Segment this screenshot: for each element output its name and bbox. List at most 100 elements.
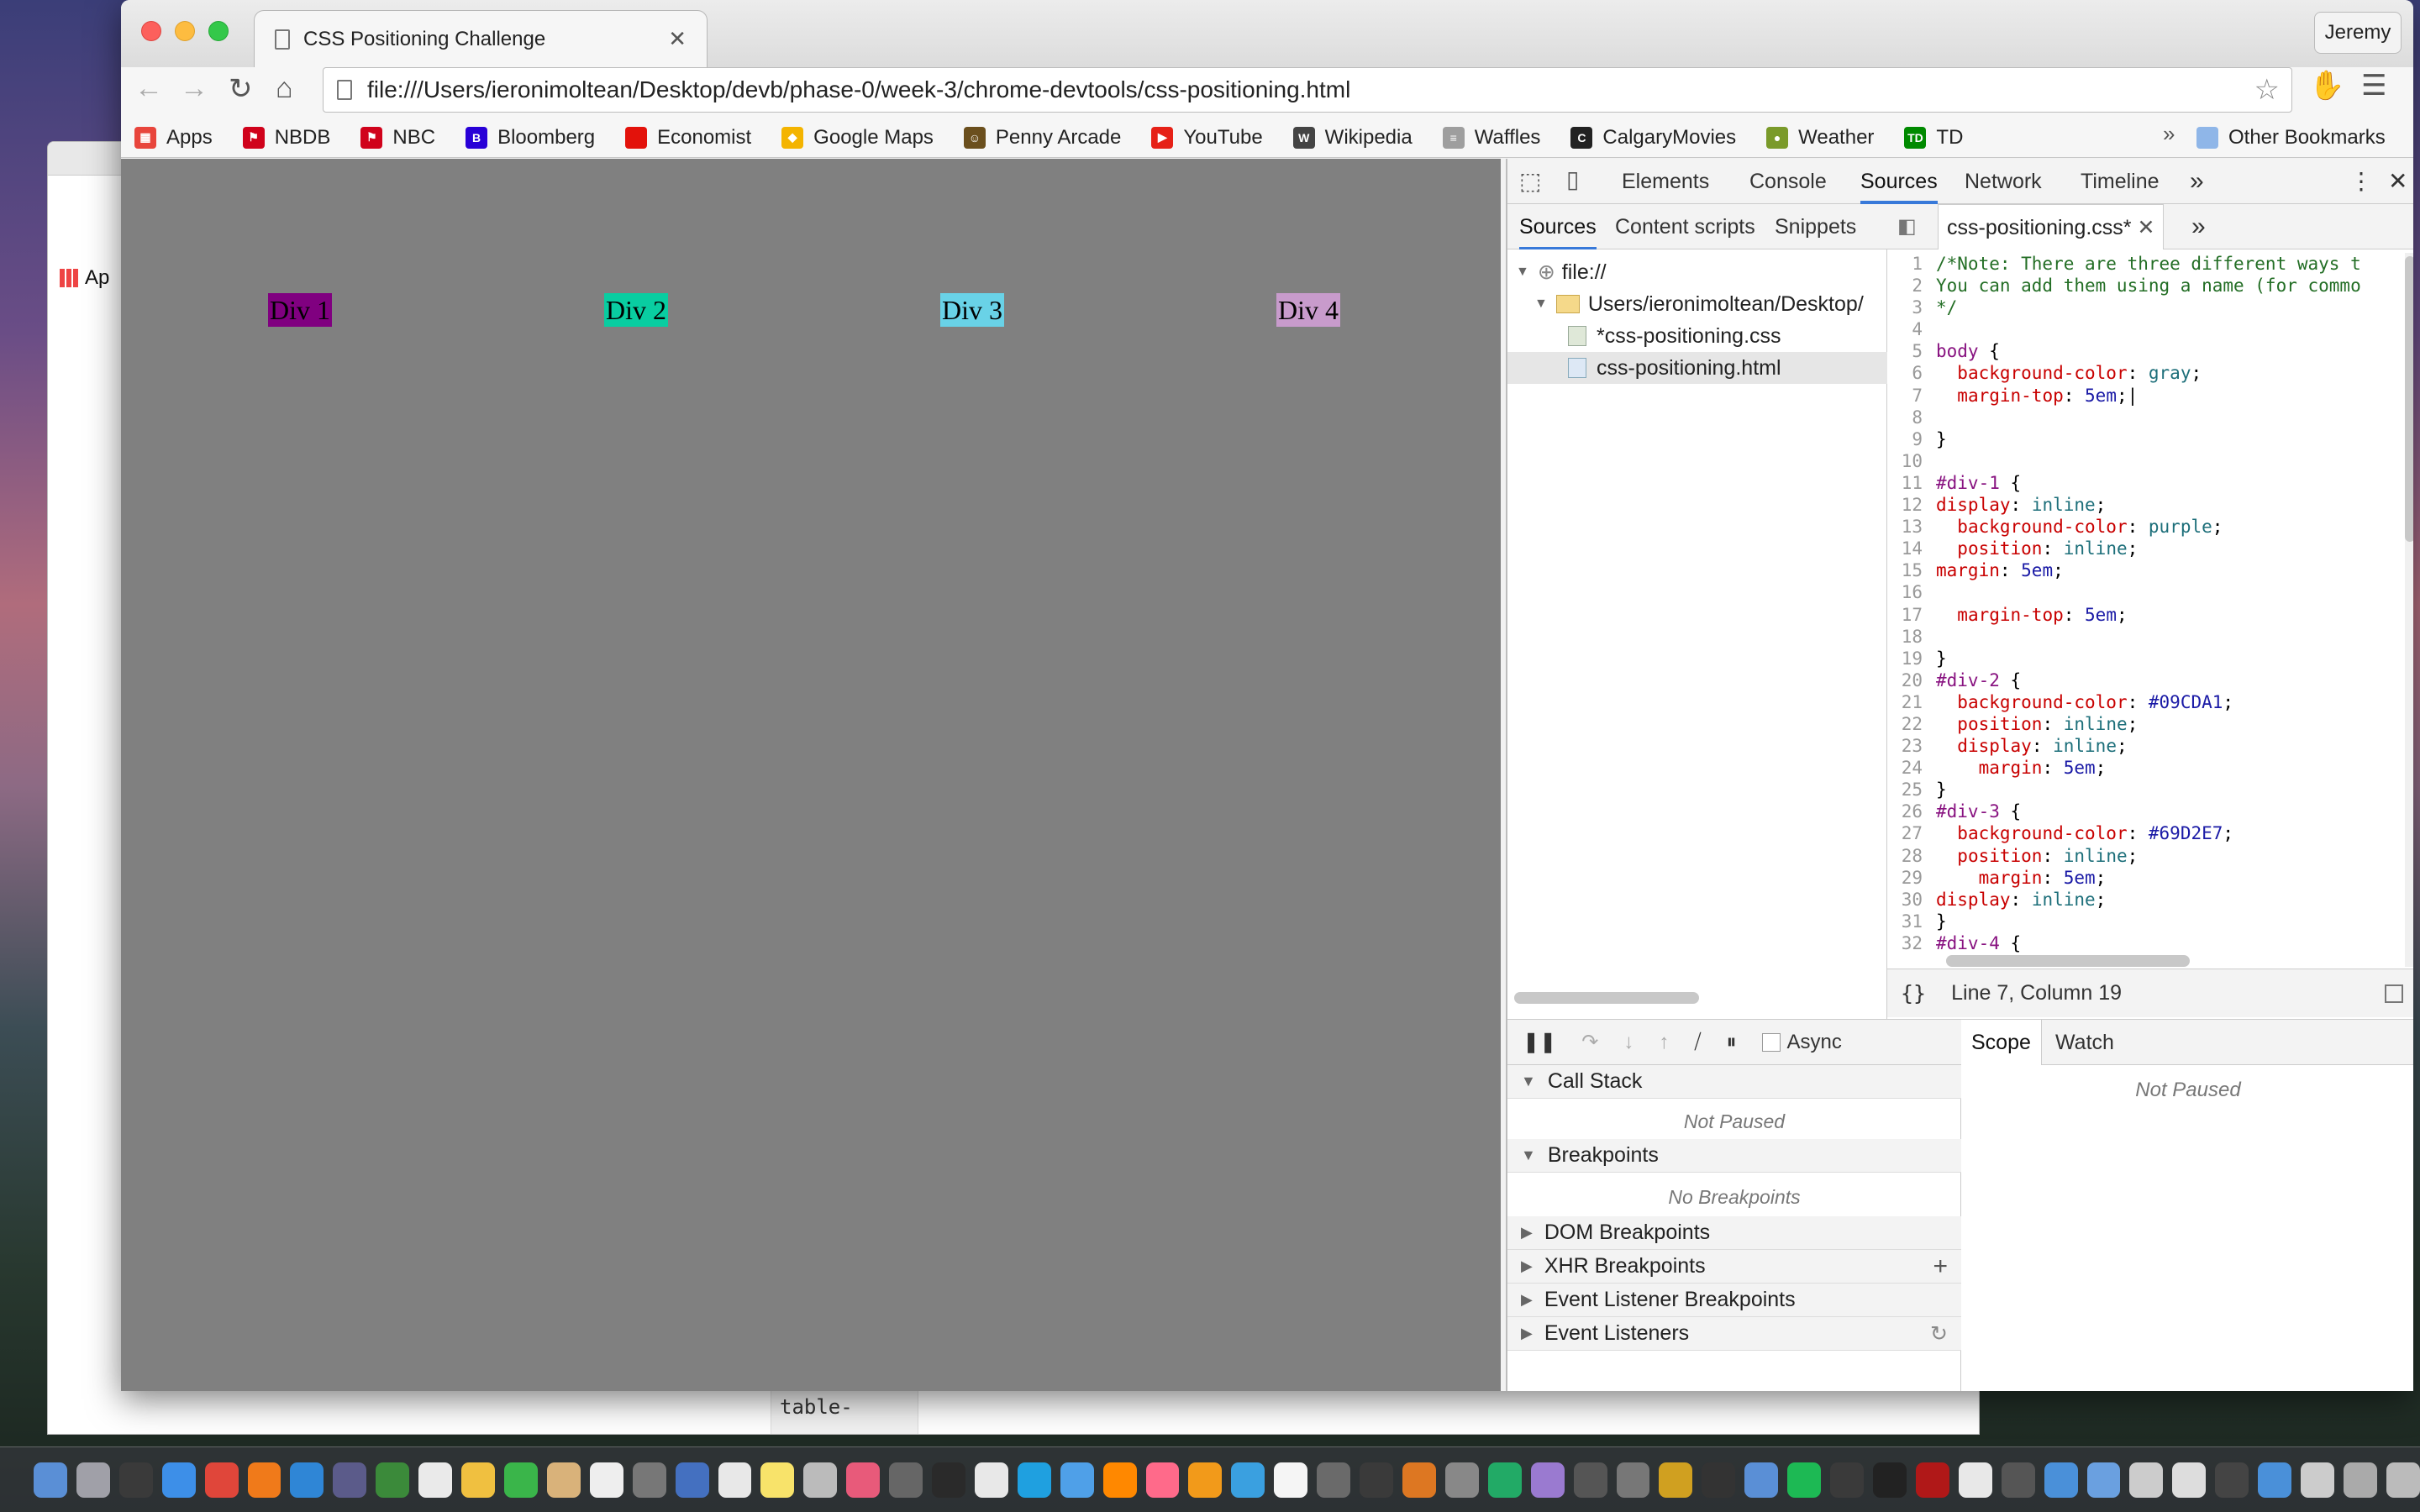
pretty-print-icon[interactable]: {} — [1901, 981, 1926, 1005]
dock-app-icon[interactable] — [889, 1462, 923, 1498]
deactivate-breakpoints-icon[interactable]: ⧸ — [1694, 1031, 1701, 1054]
dock-app-icon[interactable] — [1616, 1462, 1650, 1498]
bookmark-google-maps[interactable]: ◆ Google Maps — [781, 126, 934, 150]
dock-app-icon[interactable] — [1017, 1462, 1051, 1498]
code-line[interactable]: 12 display: inline; — [1887, 494, 2413, 516]
profile-button[interactable]: Jeremy — [2314, 12, 2402, 54]
pause-on-exceptions-icon[interactable]: ⏸ — [1727, 1031, 1737, 1054]
back-arrow-icon[interactable]: ← — [134, 72, 163, 105]
dock-app-icon[interactable] — [932, 1462, 965, 1498]
close-window-button[interactable] — [141, 21, 161, 41]
code-line[interactable]: 2 You can add them using a name (for comm… — [1887, 275, 2413, 297]
code-line[interactable]: 29 margin: 5em; — [1887, 867, 2413, 889]
dock-app-icon[interactable] — [760, 1462, 795, 1498]
close-tab-icon[interactable]: ✕ — [668, 26, 687, 52]
dock-app-icon[interactable] — [2258, 1462, 2292, 1498]
code-line[interactable]: 21 background-color: #09CDA1; — [1887, 691, 2413, 713]
tab-network[interactable]: Network — [1965, 159, 2042, 204]
code-line[interactable]: 4 — [1887, 318, 2413, 340]
bookmarks-overflow-icon[interactable]: » — [2163, 121, 2175, 147]
dock-app-icon[interactable] — [1702, 1462, 1736, 1498]
code-line[interactable]: 28 position: inline; — [1887, 845, 2413, 867]
code-line[interactable]: 31} — [1887, 911, 2413, 932]
code-line[interactable]: 18 — [1887, 626, 2413, 648]
dock-app-icon[interactable] — [1958, 1462, 1992, 1498]
code-line[interactable]: 32 #div-4 { — [1887, 932, 2413, 954]
background-bookmark-apps[interactable]: Ap — [60, 266, 109, 290]
tree-file-css[interactable]: *css-positioning.css — [1568, 320, 1781, 352]
refresh-icon[interactable]: ↻ — [1930, 1321, 1948, 1347]
bookmark-apps[interactable]: ▦ Apps — [134, 126, 213, 150]
dock-app-icon[interactable] — [161, 1462, 196, 1498]
dock-app-icon[interactable] — [1274, 1462, 1308, 1498]
toggle-navigator-icon[interactable]: ◧ — [1897, 204, 1917, 249]
devtools-menu-icon[interactable]: ⋮ — [2349, 159, 2373, 204]
step-out-icon[interactable]: ↑ — [1659, 1031, 1669, 1054]
dock-app-icon[interactable] — [1573, 1462, 1607, 1498]
dock-app-icon[interactable] — [34, 1462, 67, 1498]
code-line[interactable]: 22 position: inline; — [1887, 713, 2413, 735]
dock-app-icon[interactable] — [1402, 1462, 1436, 1498]
code-line[interactable]: 17 margin-top: 5em; — [1887, 604, 2413, 626]
code-line[interactable]: 1 /*Note: There are three different ways … — [1887, 253, 2413, 275]
dock-app-icon[interactable] — [2386, 1462, 2420, 1498]
dock-app-icon[interactable] — [461, 1462, 495, 1498]
code-line[interactable]: 3 */ — [1887, 297, 2413, 318]
xhr-breakpoints-section[interactable]: ▶ XHR Breakpoints + — [1507, 1250, 1961, 1284]
bookmark-economist[interactable]: Economist — [625, 126, 751, 150]
bookmark-wikipedia[interactable]: W Wikipedia — [1292, 126, 1413, 150]
code-line[interactable]: 5 body { — [1887, 340, 2413, 362]
dock-app-icon[interactable] — [1060, 1462, 1094, 1498]
editor-tab-css[interactable]: css-positioning.css* ✕ — [1938, 204, 2165, 249]
dock-app-icon[interactable] — [204, 1462, 239, 1498]
dock-app-icon[interactable] — [1317, 1462, 1351, 1498]
other-bookmarks[interactable]: Other Bookmarks — [2196, 118, 2386, 158]
code-line[interactable]: 26 #div-3 { — [1887, 801, 2413, 822]
code-line[interactable]: 8 — [1887, 407, 2413, 428]
dock-app-icon[interactable] — [1872, 1462, 1907, 1498]
dock-app-icon[interactable] — [1915, 1462, 1949, 1498]
code-line[interactable]: 11 #div-1 { — [1887, 472, 2413, 494]
reload-icon[interactable]: ↻ — [229, 72, 253, 106]
close-devtools-icon[interactable]: ✕ — [2388, 159, 2407, 204]
async-checkbox[interactable]: Async — [1761, 1031, 1842, 1054]
breakpoints-section[interactable]: ▼ Breakpoints — [1507, 1139, 1961, 1173]
bookmark-calgarymovies[interactable]: C CalgaryMovies — [1570, 126, 1736, 150]
address-bar[interactable]: file:///Users/ieronimoltean/Desktop/devb… — [323, 67, 2292, 113]
forward-arrow-icon[interactable]: → — [180, 72, 208, 105]
tab-snippets[interactable]: Snippets — [1775, 204, 1856, 249]
event-listeners-section[interactable]: ▶ Event Listeners ↻ — [1507, 1317, 1961, 1351]
bookmark-youtube[interactable]: ▶ YouTube — [1151, 126, 1263, 150]
tab-content-scripts[interactable]: Content scripts — [1615, 204, 1755, 249]
dock-app-icon[interactable] — [1787, 1462, 1822, 1498]
dock-app-icon[interactable] — [1188, 1462, 1223, 1498]
dock-app-icon[interactable] — [2086, 1462, 2121, 1498]
bookmark-weather[interactable]: ● Weather — [1766, 126, 1874, 150]
minimize-window-button[interactable] — [175, 21, 195, 41]
event-listener-breakpoints-section[interactable]: ▶ Event Listener Breakpoints — [1507, 1284, 1961, 1317]
dock-app-icon[interactable] — [2172, 1462, 2207, 1498]
bookmark-nbdb[interactable]: ⚑ NBDB — [242, 126, 330, 150]
dock-app-icon[interactable] — [1530, 1462, 1565, 1498]
dock-app-icon[interactable] — [2129, 1462, 2164, 1498]
dock-app-icon[interactable] — [118, 1462, 153, 1498]
code-line[interactable]: 15 margin: 5em; — [1887, 559, 2413, 581]
tab-scope[interactable]: Scope — [1961, 1020, 2042, 1065]
tree-folder[interactable]: ▼ Users/ieronimoltean/Desktop/ — [1534, 288, 1864, 320]
code-line[interactable]: 6 background-color: gray; — [1887, 362, 2413, 384]
dock-app-icon[interactable] — [2001, 1462, 2035, 1498]
dock-app-icon[interactable] — [546, 1462, 581, 1498]
code-line[interactable]: 25} — [1887, 779, 2413, 801]
bookmark-td[interactable]: TD TD — [1904, 126, 1963, 150]
code-line[interactable]: 19} — [1887, 648, 2413, 669]
pause-icon[interactable]: ❚❚ — [1523, 1030, 1556, 1054]
dock-app-icon[interactable] — [632, 1462, 666, 1498]
dock-app-icon[interactable] — [1659, 1462, 1693, 1498]
dock-app-icon[interactable] — [247, 1462, 281, 1498]
dock-app-icon[interactable] — [718, 1462, 752, 1498]
editor-horizontal-scrollbar[interactable] — [1946, 955, 2190, 967]
code-line[interactable]: 9} — [1887, 428, 2413, 450]
dock-app-icon[interactable] — [76, 1462, 110, 1498]
bookmark-nbc[interactable]: ⚑ NBC — [360, 126, 435, 150]
dock-app-icon[interactable] — [418, 1462, 453, 1498]
